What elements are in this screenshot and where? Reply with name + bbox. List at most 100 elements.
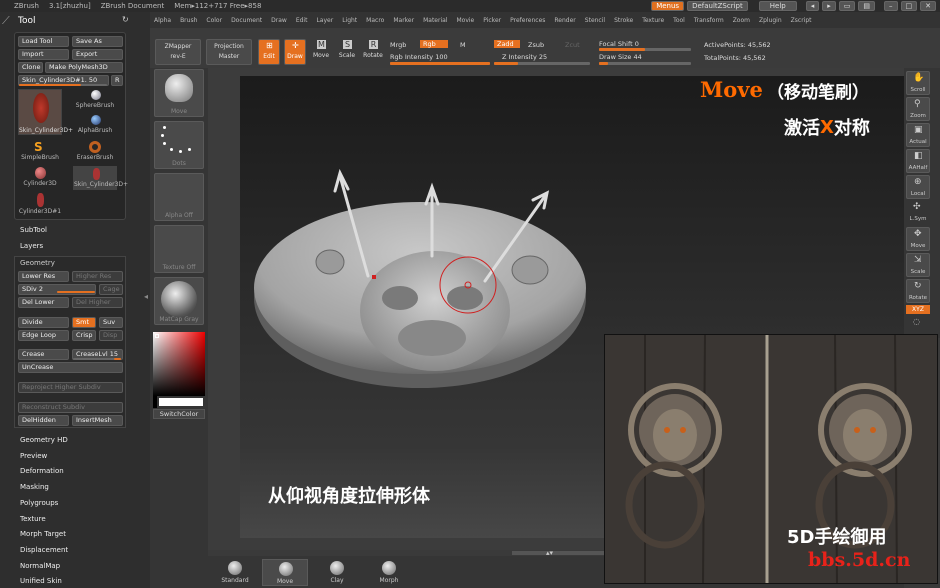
reconstruct-button[interactable]: Reconstruct Subdiv [18,402,123,413]
lower-res-button[interactable]: Lower Res [18,271,69,282]
rgb-toggle[interactable]: Rgb [420,40,448,48]
tool-thumb-cylinder3d[interactable]: Cylinder3D [18,166,62,190]
menu-item-zplugin[interactable]: Zplugin [759,17,782,24]
lsym-button[interactable]: ✣ L.Sym [906,201,930,225]
draw-button[interactable]: ✛ Draw [284,39,306,65]
preview-section[interactable]: Preview [20,452,47,460]
suv-toggle[interactable]: Suv [99,317,123,328]
menu-item-brush[interactable]: Brush [180,17,197,24]
focal-shift-track[interactable] [599,48,691,51]
move-view-button[interactable]: ✥ Move [906,227,930,251]
sdiv-slider[interactable]: SDiv 2 [18,284,96,295]
standard-brush-button[interactable]: Standard [212,559,258,586]
menu-item-macro[interactable]: Macro [366,17,384,24]
subtool-section[interactable]: SubTool [20,226,47,234]
material-selector[interactable]: MatCap Gray [154,277,204,325]
projection-master-button[interactable]: Projection Master [206,39,252,65]
tool-thumb-eraserbrush[interactable]: EraserBrush [73,140,117,164]
tool-thumb-skin-cylinder[interactable]: Skin_Cylinder3D+ [18,89,73,135]
menu-item-layer[interactable]: Layer [316,17,333,24]
tool-thumb-spherebrush[interactable]: SphereBrush [73,89,117,111]
clone-button[interactable]: Clone [18,62,43,73]
displacement-section[interactable]: Displacement [20,546,68,554]
r-button[interactable]: R [111,75,123,86]
horizontal-scrollbar[interactable] [512,551,604,555]
import-button[interactable]: Import [18,49,69,60]
menu-item-color[interactable]: Color [206,17,222,24]
edit-button[interactable]: ⊞ Edit [258,39,280,65]
zoom-button[interactable]: ⚲ Zoom [906,97,930,121]
menu-item-alpha[interactable]: Alpha [154,17,171,24]
tool-thumb-skin-cylinder-2[interactable]: Skin_Cylinder3D+ [73,166,128,190]
tool-palette-header[interactable]: Tool ↻ [0,14,135,28]
normalmap-section[interactable]: NormalMap [20,562,60,570]
menu-item-draw[interactable]: Draw [271,17,287,24]
draw-size-slider[interactable]: Draw Size 44 [599,53,642,61]
load-tool-button[interactable]: Load Tool [18,36,69,47]
switch-color-button[interactable]: SwitchColor [153,409,205,419]
menu-item-stroke[interactable]: Stroke [614,17,633,24]
uncrease-button[interactable]: UnCrease [18,362,123,373]
draw-size-track[interactable] [599,62,691,65]
texture-selector[interactable]: Texture Off [154,225,204,273]
close-icon[interactable]: ✕ [920,1,936,11]
texture-section[interactable]: Texture [20,515,46,523]
menu-item-movie[interactable]: Movie [456,17,474,24]
menu-item-zoom[interactable]: Zoom [733,17,750,24]
main-color-swatch[interactable] [159,398,203,406]
zsub-toggle[interactable]: Zsub [528,41,544,49]
mrgb-toggle[interactable]: Mrgb [390,41,406,49]
menu-item-edit[interactable]: Edit [296,17,308,24]
morph-brush-button[interactable]: Morph [366,559,412,586]
make-polymesh-button[interactable]: Make PolyMesh3D [45,62,123,73]
local-button[interactable]: ⊕ Local [906,175,930,199]
aahalf-button[interactable]: ◧ AAHalf [906,149,930,173]
sdiv-track[interactable] [57,291,95,293]
minimize-icon[interactable]: – [884,1,898,11]
menu-item-texture[interactable]: Texture [642,17,664,24]
divide-button[interactable]: Divide [18,317,69,328]
smt-toggle[interactable]: Smt [72,317,96,328]
color-picker[interactable] [153,332,205,396]
tool-thumb-alphabrush[interactable]: AlphaBrush [73,114,117,136]
menu-item-stencil[interactable]: Stencil [585,17,605,24]
m-toggle[interactable]: M [460,41,466,49]
menu-item-transform[interactable]: Transform [694,17,724,24]
menus-button[interactable]: Menus [651,1,685,11]
actual-button[interactable]: ▣ Actual [906,123,930,147]
next-icon[interactable]: ▸ [822,1,836,11]
zcut-toggle[interactable]: Zcut [565,41,580,49]
del-higher-button[interactable]: Del Higher [72,297,123,308]
prev-icon[interactable]: ◂ [805,1,820,11]
rotate-mode-button[interactable]: R Rotate [362,39,384,65]
clay-brush-button[interactable]: Clay [314,559,360,586]
menu-item-marker[interactable]: Marker [393,17,414,24]
del-lower-button[interactable]: Del Lower [18,297,69,308]
export-button[interactable]: Export [72,49,123,60]
menu-item-picker[interactable]: Picker [483,17,501,24]
menu-item-zscript[interactable]: Zscript [791,17,812,24]
unified-skin-section[interactable]: Unified Skin [20,577,62,585]
crease-button[interactable]: Crease [18,349,69,360]
alpha-selector[interactable]: Alpha Off [154,173,204,221]
menu-item-light[interactable]: Light [342,17,357,24]
default-zscript-button[interactable]: DefaultZScript [687,1,748,11]
masking-section[interactable]: Masking [20,483,49,491]
layout-icon[interactable]: ▤ [858,1,875,11]
menu-item-material[interactable]: Material [423,17,447,24]
delhidden-button[interactable]: DelHidden [18,415,69,426]
rgb-intensity-slider[interactable]: Rgb Intensity 100 [390,53,448,61]
morph-target-section[interactable]: Morph Target [20,530,66,538]
insertmesh-button[interactable]: InsertMesh [72,415,123,426]
tool-thumb-cylinder3d-1[interactable]: Cylinder3D#1 [18,192,62,218]
tool-slider-track[interactable] [19,84,107,86]
edge-loop-button[interactable]: Edge Loop [18,330,69,341]
secondary-color-swatch[interactable] [153,396,157,408]
zmapper-button[interactable]: ZMapper rev-E [155,39,201,65]
menu-item-tool[interactable]: Tool [673,17,685,24]
move-mode-button[interactable]: M Move [310,39,332,65]
tool-thumb-simplebrush[interactable]: S SimpleBrush [18,140,62,164]
menu-item-render[interactable]: Render [554,17,575,24]
geometry-title[interactable]: Geometry [20,259,55,267]
rgb-intensity-track[interactable] [390,62,490,65]
